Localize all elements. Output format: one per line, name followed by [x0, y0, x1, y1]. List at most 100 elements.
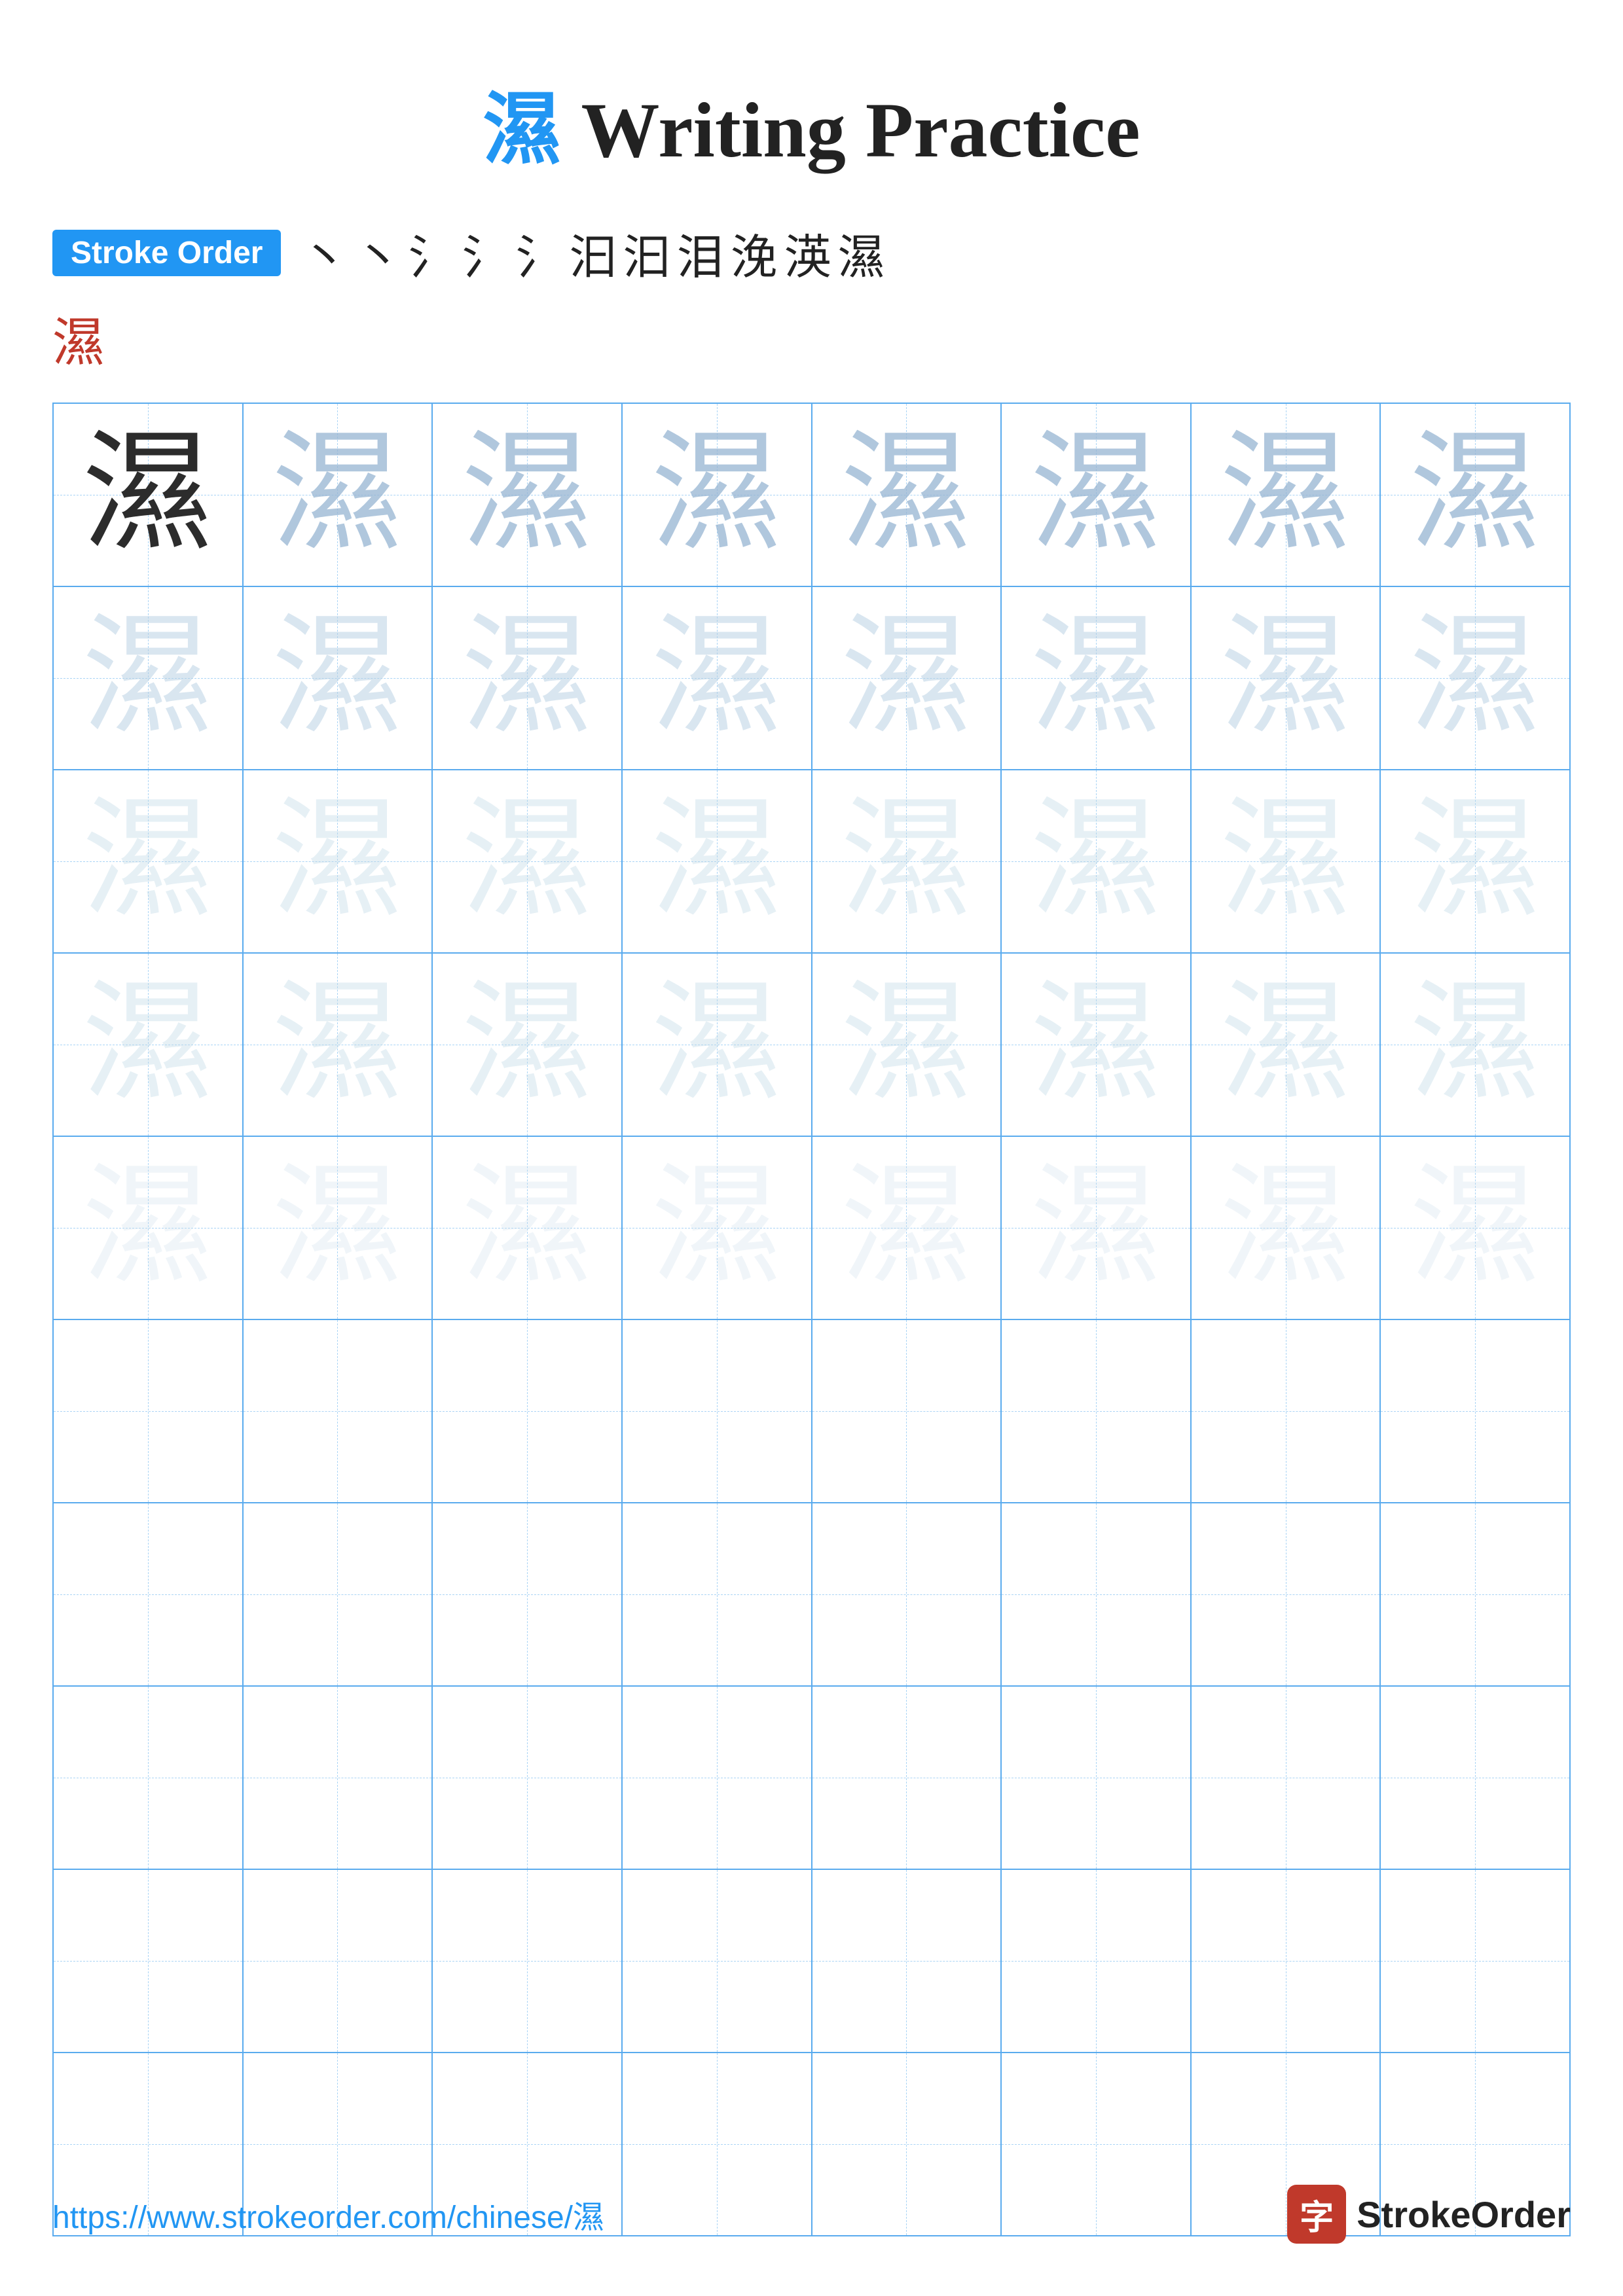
grid-cell-7-2[interactable]	[432, 1686, 622, 1869]
grid-cell-0-4[interactable]: 濕	[812, 403, 1002, 586]
grid-cell-8-1[interactable]	[243, 1869, 433, 2053]
cell-char-0-7: 濕	[1410, 422, 1541, 567]
grid-cell-4-4[interactable]: 濕	[812, 1136, 1002, 1319]
grid-cell-0-7[interactable]: 濕	[1380, 403, 1570, 586]
cell-char-3-6: 濕	[1220, 972, 1351, 1117]
grid-cell-0-0[interactable]: 濕	[53, 403, 243, 586]
grid-cell-7-5[interactable]	[1001, 1686, 1191, 1869]
cell-char-3-4: 濕	[841, 972, 972, 1117]
grid-cell-5-0[interactable]	[53, 1319, 243, 1503]
grid-cell-2-3[interactable]: 濕	[622, 770, 812, 953]
grid-cell-3-6[interactable]: 濕	[1191, 953, 1381, 1136]
title-chinese-char: 濕	[483, 86, 561, 173]
grid-cell-3-7[interactable]: 濕	[1380, 953, 1570, 1136]
cell-char-4-4: 濕	[841, 1155, 972, 1300]
cell-char-4-2: 濕	[462, 1155, 593, 1300]
grid-cell-2-1[interactable]: 濕	[243, 770, 433, 953]
grid-cell-8-4[interactable]	[812, 1869, 1002, 2053]
grid-cell-5-2[interactable]	[432, 1319, 622, 1503]
grid-cell-8-2[interactable]	[432, 1869, 622, 2053]
grid-cell-4-3[interactable]: 濕	[622, 1136, 812, 1319]
grid-cell-5-7[interactable]	[1380, 1319, 1570, 1503]
grid-cell-1-3[interactable]: 濕	[622, 586, 812, 770]
grid-cell-5-5[interactable]	[1001, 1319, 1191, 1503]
grid-cell-6-0[interactable]	[53, 1503, 243, 1686]
grid-cell-2-2[interactable]: 濕	[432, 770, 622, 953]
grid-cell-6-4[interactable]	[812, 1503, 1002, 1686]
grid-cell-3-5[interactable]: 濕	[1001, 953, 1191, 1136]
grid-cell-3-4[interactable]: 濕	[812, 953, 1002, 1136]
cell-char-1-0: 濕	[82, 605, 213, 750]
grid-cell-5-4[interactable]	[812, 1319, 1002, 1503]
grid-cell-7-1[interactable]	[243, 1686, 433, 1869]
grid-cell-8-7[interactable]	[1380, 1869, 1570, 2053]
grid-cell-1-2[interactable]: 濕	[432, 586, 622, 770]
grid-cell-1-1[interactable]: 濕	[243, 586, 433, 770]
stroke-step-5: 汩	[570, 219, 617, 287]
grid-cell-8-3[interactable]	[622, 1869, 812, 2053]
grid-cell-7-0[interactable]	[53, 1686, 243, 1869]
grid-cell-6-3[interactable]	[622, 1503, 812, 1686]
grid-cell-0-3[interactable]: 濕	[622, 403, 812, 586]
grid-cell-5-1[interactable]	[243, 1319, 433, 1503]
grid-row-1: 濕濕濕濕濕濕濕濕	[53, 586, 1570, 770]
grid-cell-2-7[interactable]: 濕	[1380, 770, 1570, 953]
grid-cell-1-4[interactable]: 濕	[812, 586, 1002, 770]
grid-cell-7-4[interactable]	[812, 1686, 1002, 1869]
grid-cell-0-6[interactable]: 濕	[1191, 403, 1381, 586]
grid-cell-8-6[interactable]	[1191, 1869, 1381, 2053]
grid-cell-6-1[interactable]	[243, 1503, 433, 1686]
grid-cell-2-6[interactable]: 濕	[1191, 770, 1381, 953]
grid-cell-8-0[interactable]	[53, 1869, 243, 2053]
footer-url: https://www.strokeorder.com/chinese/濕	[52, 2191, 604, 2237]
cell-char-3-3: 濕	[651, 972, 782, 1117]
grid-cell-4-7[interactable]: 濕	[1380, 1136, 1570, 1319]
cell-char-0-2: 濕	[462, 422, 593, 567]
grid-cell-0-1[interactable]: 濕	[243, 403, 433, 586]
grid-cell-6-6[interactable]	[1191, 1503, 1381, 1686]
grid-cell-7-6[interactable]	[1191, 1686, 1381, 1869]
grid-cell-4-2[interactable]: 濕	[432, 1136, 622, 1319]
grid-cell-3-2[interactable]: 濕	[432, 953, 622, 1136]
grid-cell-2-5[interactable]: 濕	[1001, 770, 1191, 953]
cell-char-0-6: 濕	[1220, 422, 1351, 567]
grid-cell-2-0[interactable]: 濕	[53, 770, 243, 953]
grid-cell-8-5[interactable]	[1001, 1869, 1191, 2053]
grid-row-5	[53, 1319, 1570, 1503]
grid-cell-1-7[interactable]: 濕	[1380, 586, 1570, 770]
cell-char-2-0: 濕	[82, 789, 213, 933]
grid-cell-6-2[interactable]	[432, 1503, 622, 1686]
stroke-order-section: Stroke Order 丶丶氵氵氵汩汩泪浼渶濕	[52, 219, 1571, 287]
grid-cell-7-7[interactable]	[1380, 1686, 1570, 1869]
grid-cell-5-6[interactable]	[1191, 1319, 1381, 1503]
grid-cell-1-6[interactable]: 濕	[1191, 586, 1381, 770]
grid-cell-5-3[interactable]	[622, 1319, 812, 1503]
stroke-step-8: 浼	[731, 219, 778, 287]
grid-row-0: 濕濕濕濕濕濕濕濕	[53, 403, 1570, 586]
cell-char-4-0: 濕	[82, 1155, 213, 1300]
cell-char-2-3: 濕	[651, 789, 782, 933]
grid-cell-1-5[interactable]: 濕	[1001, 586, 1191, 770]
cell-char-1-1: 濕	[272, 605, 403, 750]
cell-char-0-5: 濕	[1030, 422, 1161, 567]
brand-icon-char: 字	[1300, 2190, 1334, 2239]
grid-cell-2-4[interactable]: 濕	[812, 770, 1002, 953]
grid-cell-3-3[interactable]: 濕	[622, 953, 812, 1136]
grid-cell-3-0[interactable]: 濕	[53, 953, 243, 1136]
grid-cell-0-5[interactable]: 濕	[1001, 403, 1191, 586]
grid-row-3: 濕濕濕濕濕濕濕濕	[53, 953, 1570, 1136]
grid-cell-3-1[interactable]: 濕	[243, 953, 433, 1136]
grid-cell-4-1[interactable]: 濕	[243, 1136, 433, 1319]
grid-cell-7-3[interactable]	[622, 1686, 812, 1869]
cell-char-3-5: 濕	[1030, 972, 1161, 1117]
stroke-step-2: 氵	[408, 219, 455, 287]
grid-cell-4-0[interactable]: 濕	[53, 1136, 243, 1319]
grid-cell-4-5[interactable]: 濕	[1001, 1136, 1191, 1319]
grid-cell-6-7[interactable]	[1380, 1503, 1570, 1686]
grid-cell-1-0[interactable]: 濕	[53, 586, 243, 770]
grid-cell-0-2[interactable]: 濕	[432, 403, 622, 586]
cell-char-1-6: 濕	[1220, 605, 1351, 750]
grid-cell-6-5[interactable]	[1001, 1503, 1191, 1686]
cell-char-0-0: 濕	[82, 422, 213, 567]
grid-cell-4-6[interactable]: 濕	[1191, 1136, 1381, 1319]
